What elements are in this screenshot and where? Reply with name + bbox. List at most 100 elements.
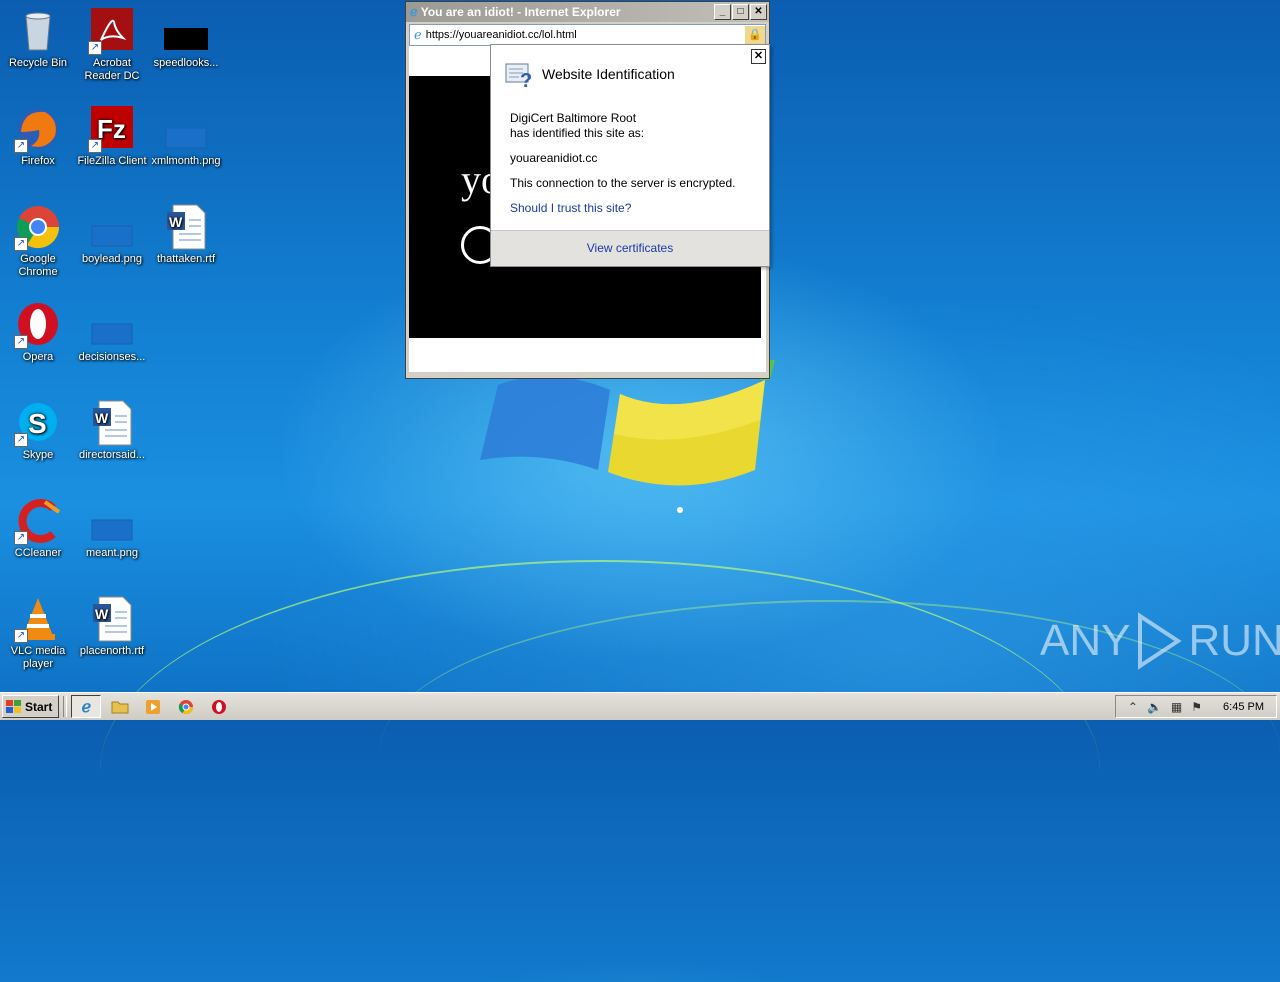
close-button[interactable]: ✕ [750,4,767,20]
recycle-bin-icon [15,8,61,54]
desktop-icon-directorsaid[interactable]: W directorsaid... [74,400,150,462]
shortcut-arrow-icon: ↗ [14,139,28,153]
desktop-icon-label: decisionses... [78,351,146,363]
issuer-statement: has identified this site as: [510,126,645,140]
desktop-icon-firefox[interactable]: ↗ Firefox [0,106,76,168]
desktop-icon-ccleaner[interactable]: ↗ CCleaner [0,498,76,560]
shortcut-arrow-icon: ↗ [88,139,102,153]
minimize-button[interactable]: _ [714,4,731,20]
desktop-icon-xmlmonth[interactable]: xmlmonth.png [148,106,224,168]
windows-logo [480,360,775,513]
file-thumbnail-icon [163,8,209,54]
opera-icon: ↗ [14,302,61,349]
desktop-icon-label: placenorth.rtf [79,645,145,657]
taskbar-ie-button[interactable]: ℯ [71,695,102,718]
maximize-button[interactable]: □ [732,4,749,20]
play-triangle-icon [1138,612,1183,670]
folder-icon [111,701,129,714]
opera-icon [212,699,227,714]
shortcut-arrow-icon: ↗ [14,335,28,349]
desktop-icon-placenorth[interactable]: W placenorth.rtf [74,596,150,658]
watermark-text-left: ANY [1040,616,1131,665]
desktop-icon-filezilla[interactable]: Fz ↗ FileZilla Client [74,106,150,168]
svg-text:W: W [169,214,183,230]
vlc-icon: ↗ [14,596,61,643]
desktop-icon-thattaken[interactable]: W thattaken.rtf [148,204,224,266]
image-file-icon [89,204,135,250]
issuer-name: DigiCert Baltimore Root [510,111,637,125]
shortcut-arrow-icon: ↗ [88,41,102,55]
svg-text:S: S [28,408,47,439]
desktop-icon-label: xmlmonth.png [151,155,221,167]
ie-page-icon: ℯ [414,27,422,42]
desktop-icon-acrobat[interactable]: ↗ Acrobat Reader DC [74,8,150,83]
word-document-icon: W [89,400,135,446]
filezilla-icon: Fz ↗ [88,106,135,153]
show-hidden-icons-icon[interactable]: ⌃ [1128,700,1138,714]
address-bar[interactable]: ℯ https://youareanidiot.cc/lol.html 🔒 [409,24,766,46]
desktop-icon-label: thattaken.rtf [156,253,216,265]
skype-icon: S ↗ [14,400,61,447]
shortcut-arrow-icon: ↗ [14,433,28,447]
start-button[interactable]: Start [2,695,60,718]
shortcut-arrow-icon: ↗ [14,531,28,545]
lock-icon[interactable]: 🔒 [745,26,765,44]
image-file-icon [89,302,135,348]
network-icon[interactable]: ▦ [1171,700,1182,714]
taskbar-media-player-button[interactable] [139,696,167,717]
ie-icon: ℯ [81,698,92,716]
image-file-icon [163,106,209,152]
chrome-icon [179,699,194,714]
desktop-icon-label: directorsaid... [78,449,146,461]
watermark-text-right: RUN [1188,616,1280,665]
firefox-icon: ↗ [14,106,61,153]
word-document-icon: W [89,596,135,642]
desktop-icon-opera[interactable]: ↗ Opera [0,302,76,364]
desktop-icon-label: meant.png [86,547,138,559]
ie-title-bar[interactable]: ℯ You are an idiot! - Internet Explorer … [406,2,769,22]
desktop-icon-boylead[interactable]: boylead.png [74,204,150,266]
media-player-icon [146,699,161,714]
word-document-icon: W [163,204,209,250]
desktop-icon-chrome[interactable]: ↗ Google Chrome [0,204,76,279]
popup-title: Website Identification [542,66,675,82]
desktop-icon-label: speedlooks... [153,57,219,69]
address-url[interactable]: https://youareanidiot.cc/lol.html [426,29,577,41]
desktop-icon-skype[interactable]: S ↗ Skype [0,400,76,462]
start-label: Start [25,699,53,714]
windows-flag-icon [6,699,21,713]
certificate-question-icon: ? [505,61,535,92]
desktop-icon-label: CCleaner [14,547,62,559]
image-file-icon [89,498,135,544]
desktop-icon-label: Firefox [21,155,55,167]
chrome-icon: ↗ [14,204,61,251]
svg-text:W: W [95,410,109,426]
website-identification-popup: ✕ ? Website Identification DigiCert Balt… [490,44,770,267]
encryption-status: This connection to the server is encrypt… [510,176,736,190]
desktop-icon-label: Recycle Bin [8,57,68,69]
desktop-icon-speedlooks[interactable]: speedlooks... [148,8,224,70]
desktop-icon-label: Skype [22,449,54,461]
taskbar-chrome-button[interactable] [172,696,200,717]
desktop-icon-label: FileZilla Client [77,155,147,167]
desktop-icon-label: Opera [22,351,54,363]
desktop-icon-decisionses[interactable]: decisionses... [74,302,150,364]
taskbar-opera-button[interactable] [205,696,233,717]
taskbar: Start ℯ ⌃ 🔈 ▦ ⚑ 6:45 PM [0,692,1280,720]
svg-text:?: ? [520,70,532,89]
taskbar-explorer-button[interactable] [106,696,134,717]
desktop-icon-meant[interactable]: meant.png [74,498,150,560]
system-tray: ⌃ 🔈 ▦ ⚑ 6:45 PM [1114,695,1277,718]
desktop-icon-recycle-bin[interactable]: Recycle Bin [0,8,76,70]
ccleaner-icon: ↗ [14,498,61,545]
view-certificates-link[interactable]: View certificates [491,230,769,266]
desktop-icon-label: Acrobat Reader DC [84,57,140,82]
close-icon[interactable]: ✕ [751,49,766,64]
action-center-flag-icon[interactable]: ⚑ [1191,700,1202,714]
site-name: youareanidiot.cc [510,151,598,165]
volume-icon[interactable]: 🔈 [1147,700,1162,714]
desktop-icon-label: boylead.png [82,253,142,265]
desktop-icon-vlc[interactable]: ↗ VLC media player [0,596,76,671]
trust-site-link[interactable]: Should I trust this site? [510,201,760,216]
clock[interactable]: 6:45 PM [1223,701,1264,713]
